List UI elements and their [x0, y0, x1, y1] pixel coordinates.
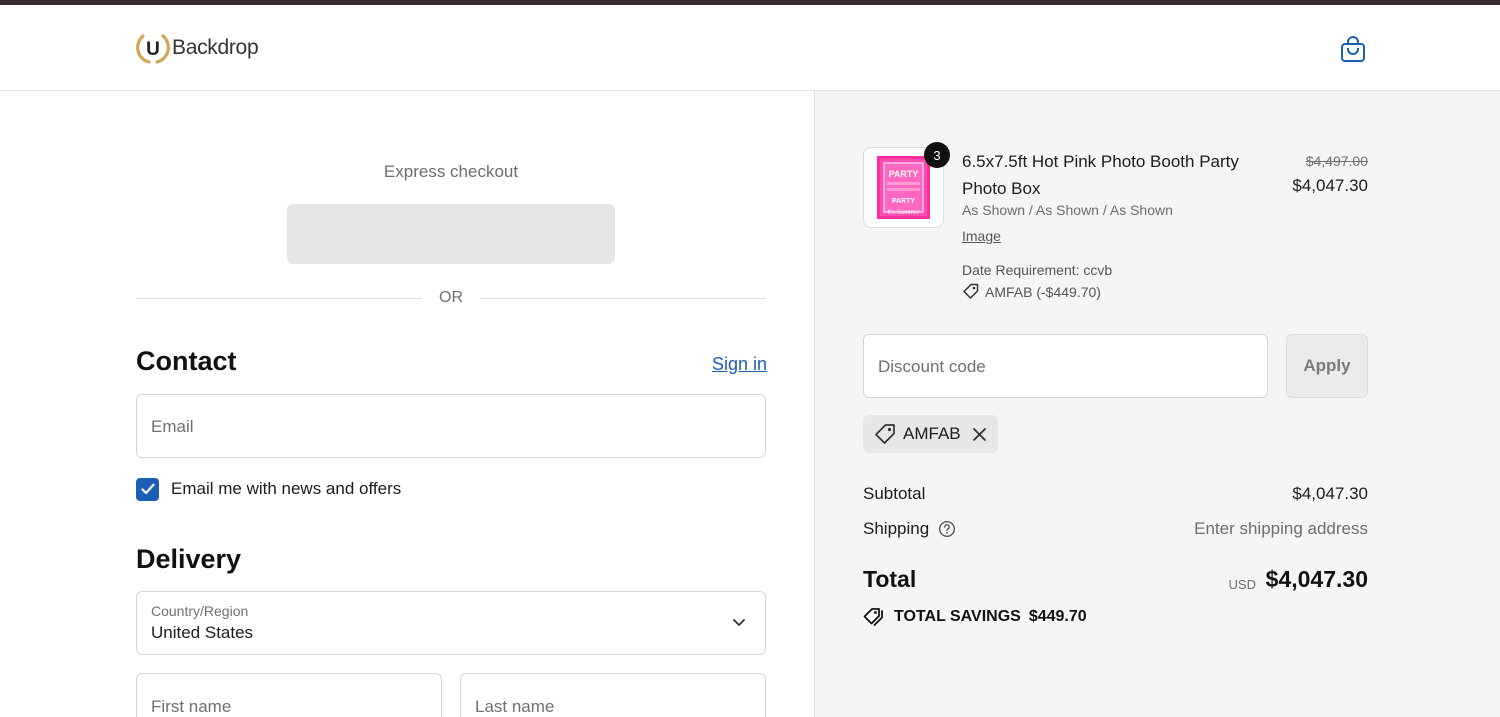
chevron-down-icon	[733, 619, 745, 626]
or-divider: OR	[136, 288, 766, 308]
product-date-requirement: Date Requirement: ccvb	[962, 262, 1113, 278]
checkmark-icon	[140, 483, 155, 495]
tag-icon	[875, 424, 895, 444]
checkout-header: U Backdrop	[0, 5, 1500, 91]
country-select[interactable]: Country/Region United States	[136, 591, 766, 655]
product-discount: AMFAB (-$449.70)	[962, 283, 1101, 300]
divider-line-right	[480, 298, 766, 299]
applied-discount-chip: AMFAB	[863, 415, 998, 453]
total-value: $4,047.30	[1265, 566, 1368, 592]
discount-placeholder: Discount code	[878, 357, 986, 376]
applied-discount-code: AMFAB	[903, 424, 961, 443]
quantity-badge: 3	[924, 142, 950, 168]
newsletter-label: Email me with news and offers	[171, 479, 402, 498]
product-discount-text: AMFAB (-$449.70)	[985, 283, 1101, 300]
logo-emblem-icon: U	[136, 34, 170, 64]
express-pay-button[interactable]	[287, 204, 615, 264]
svg-text:PARTY: PARTY	[892, 198, 916, 205]
product-variant: As Shown / As Shown / As Shown	[962, 202, 1173, 218]
express-checkout-title: Express checkout	[383, 162, 519, 181]
first-name-field[interactable]: First name	[136, 673, 442, 717]
total-savings: TOTAL SAVINGS $449.70	[863, 607, 1087, 627]
email-field[interactable]: Email	[136, 394, 766, 458]
discount-code-input[interactable]: Discount code	[863, 334, 1268, 398]
help-icon[interactable]	[938, 520, 956, 538]
svg-text:U: U	[146, 39, 160, 60]
newsletter-checkbox-row[interactable]: Email me with news and offers	[136, 477, 401, 501]
shipping-value: Enter shipping address	[1194, 519, 1368, 538]
product-name: 6.5x7.5ft Hot Pink Photo Booth Party Pho…	[962, 152, 1239, 198]
shipping-label: Shipping	[863, 519, 930, 538]
tag-icon	[963, 283, 979, 299]
subtotal-value: $4,047.30	[1292, 484, 1368, 503]
sign-in-link[interactable]: Sign in	[712, 354, 767, 375]
country-value: United States	[151, 623, 254, 642]
newsletter-checkbox[interactable]	[136, 477, 159, 501]
contact-title: Contact	[136, 346, 237, 376]
delivery-title: Delivery	[136, 544, 242, 574]
savings-value: $449.70	[1028, 608, 1087, 625]
remove-discount-button[interactable]	[972, 427, 987, 442]
brand-name: Backdrop	[172, 36, 259, 59]
brand-logo[interactable]: U Backdrop	[136, 31, 259, 65]
first-name-placeholder: First name	[151, 697, 232, 716]
product-image-link[interactable]: Image	[962, 228, 1001, 244]
country-label: Country/Region	[151, 603, 249, 619]
tags-icon	[863, 608, 883, 626]
savings-label: TOTAL SAVINGS	[894, 608, 1021, 625]
last-name-field[interactable]: Last name	[460, 673, 766, 717]
total-currency: USD	[1228, 577, 1256, 592]
close-icon	[972, 427, 986, 441]
shopping-bag-icon	[1341, 36, 1365, 62]
apply-discount-button[interactable]: Apply	[1286, 334, 1368, 398]
email-placeholder: Email	[151, 417, 194, 436]
price-final: $4,047.30	[1292, 176, 1368, 195]
subtotal-label: Subtotal	[863, 484, 926, 503]
svg-text:PARTY: PARTY	[889, 169, 919, 179]
total-label: Total	[863, 566, 917, 592]
cart-button[interactable]	[1338, 34, 1368, 64]
price-original: $4,497.00	[1305, 153, 1368, 169]
last-name-placeholder: Last name	[475, 697, 555, 716]
svg-text:It's Summer: It's Summer	[888, 210, 920, 216]
